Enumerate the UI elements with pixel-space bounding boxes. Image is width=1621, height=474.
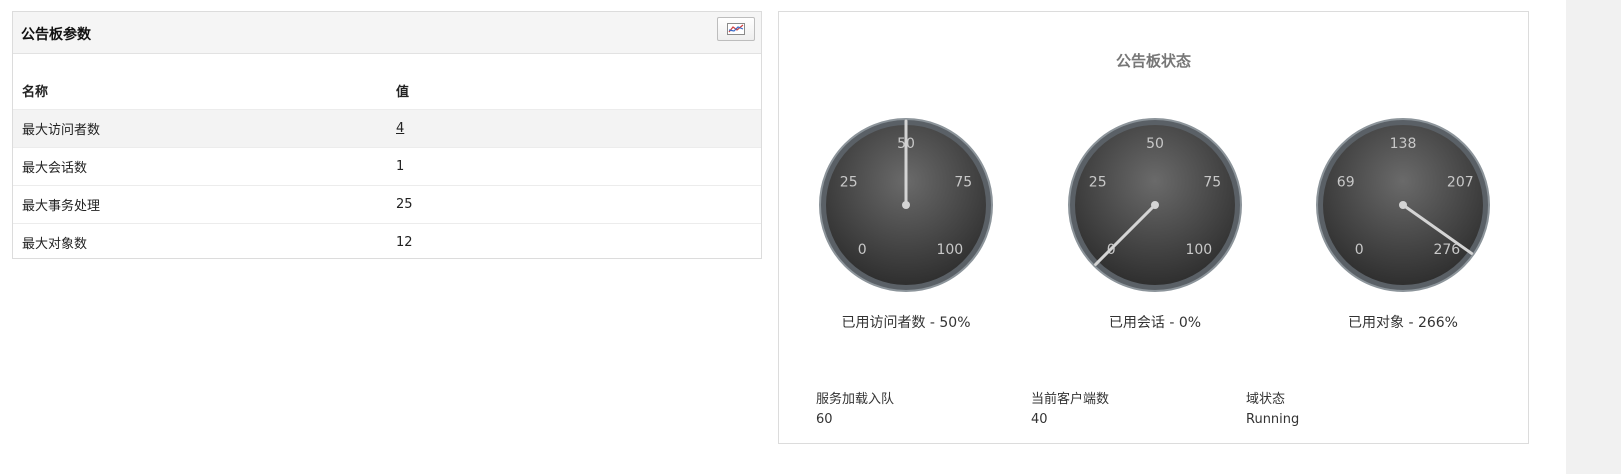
params-table: 名称 值 最大访问者数 4 最大会话数 1 最大事务处理 25 最大对象数 12 (13, 72, 761, 261)
stat-client-count: 当前客户端数 40 (1031, 390, 1109, 430)
table-row: 最大访问者数 4 (13, 109, 761, 148)
param-name: 最大会话数 (13, 147, 387, 186)
status-title: 公告板状态 (1115, 52, 1191, 70)
param-value: 1 (387, 147, 761, 186)
stat-service-queue: 服务加载入队 60 (816, 390, 894, 430)
param-name: 最大对象数 (13, 223, 387, 261)
param-value: 12 (387, 223, 761, 261)
gauge-tick-label: 207 (1447, 174, 1474, 190)
gauge-tick-label: 75 (954, 174, 972, 190)
column-header-name: 名称 (22, 85, 49, 100)
gauge-tick-label: 69 (1337, 174, 1355, 190)
gauge-hub (1151, 201, 1159, 209)
table-header-row: 名称 值 (13, 72, 761, 110)
param-value: 25 (387, 185, 761, 224)
gauge-tick-label: 0 (1355, 242, 1364, 258)
gauge-tick-label: 100 (1185, 242, 1212, 258)
stat-domain-status: 域状态 Running (1246, 390, 1299, 430)
chart-icon (727, 23, 745, 35)
gauge-label-objects: 已用对象 - 266% (1348, 315, 1458, 331)
gauge-hub (1399, 201, 1407, 209)
param-value-cell: 4 (387, 109, 761, 148)
stat-value: 60 (816, 412, 833, 427)
stat-label: 当前客户端数 (1031, 392, 1110, 407)
param-name: 最大事务处理 (13, 185, 387, 224)
gauge-hub (902, 201, 910, 209)
board-status-panel: 公告板状态 0255075100 0255075100 069138207276… (778, 11, 1529, 444)
gauge-visitors: 0255075100 (816, 115, 996, 295)
gauge-tick-label: 75 (1203, 174, 1221, 190)
stat-label: 服务加载入队 (816, 392, 895, 407)
board-params-panel: 公告板参数 名称 值 最大访问者数 4 最大会话数 1 最大事务处理 25 最大… (12, 11, 762, 261)
gauge-tick-label: 100 (936, 242, 963, 258)
table-row: 最大事务处理 25 (13, 185, 761, 224)
gauge-objects: 0 69 138 207 276 (1313, 115, 1493, 295)
stat-label: 域状态 (1246, 392, 1286, 407)
stat-value: 40 (1031, 412, 1048, 427)
gauge-tick-label: 25 (1089, 174, 1107, 190)
gauge-sessions: 0255075100 (1065, 115, 1245, 295)
panel-title: 公告板参数 (21, 27, 91, 43)
gauge-label-sessions: 已用会话 - 0% (1108, 315, 1202, 331)
gauge-label-visitors: 已用访问者数 - 50% (841, 315, 971, 331)
column-header-value: 值 (396, 85, 410, 100)
param-value-link[interactable]: 4 (396, 121, 404, 136)
table-row: 最大对象数 12 (13, 223, 761, 261)
page-scrollbar[interactable] (1566, 0, 1621, 474)
param-name: 最大访问者数 (13, 109, 387, 148)
gauge-tick-label: 0 (858, 242, 867, 258)
chart-view-button[interactable] (717, 17, 755, 41)
gauge-tick-label: 50 (1146, 136, 1164, 152)
panel-header: 公告板参数 (13, 12, 761, 54)
gauge-tick-label: 25 (840, 174, 858, 190)
table-row: 最大会话数 1 (13, 147, 761, 186)
gauge-tick-label: 138 (1390, 136, 1417, 152)
stat-value: Running (1246, 412, 1300, 427)
